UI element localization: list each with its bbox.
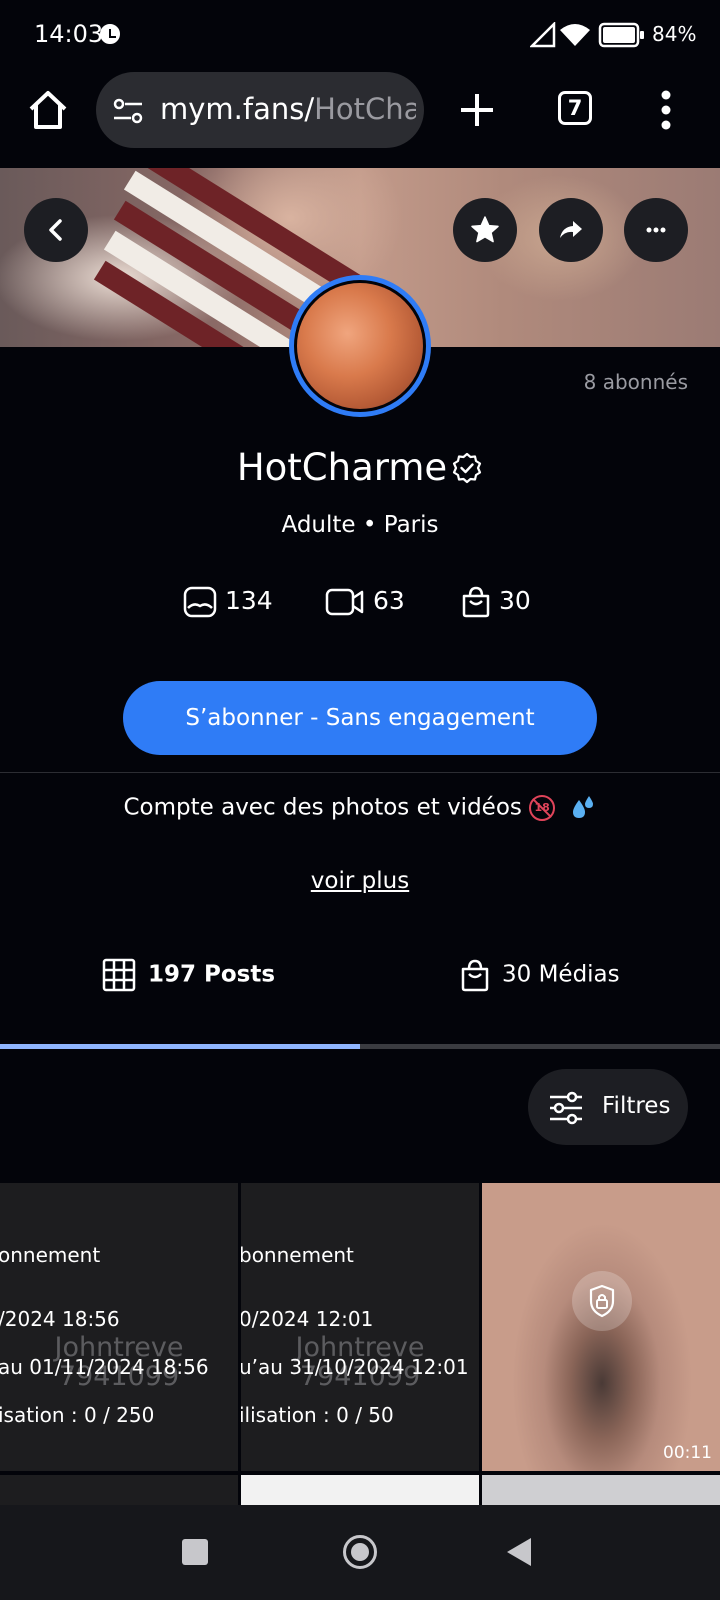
post-line: bonnement <box>241 1243 354 1267</box>
photos-count: 134 <box>225 586 273 615</box>
share-arrow-icon <box>560 221 582 238</box>
post-line: au 01/11/2024 18:56 <box>0 1355 209 1379</box>
lock-icon <box>589 1284 615 1318</box>
subscriber-count: 8 abonnés <box>583 370 688 394</box>
home-circle-icon[interactable] <box>343 1535 377 1569</box>
sliders-icon <box>550 1091 582 1125</box>
medias-count: 30 <box>499 586 531 615</box>
medias-stat: 30 <box>461 586 531 618</box>
no-under-18-icon: 18 <box>529 795 556 821</box>
video-camera-icon <box>325 588 364 616</box>
post-line: 0/2024 12:01 <box>241 1307 374 1331</box>
post-tile[interactable] <box>482 1475 720 1505</box>
new-tab-icon[interactable] <box>455 88 499 132</box>
profile-meta: Adulte • Paris <box>281 512 439 538</box>
site-settings-icon[interactable] <box>112 96 144 126</box>
post-line: onnement <box>0 1243 101 1267</box>
post-line: ilisation : 0 / 50 <box>241 1403 394 1427</box>
post-tile[interactable] <box>0 1475 238 1505</box>
more-options-button[interactable] <box>624 198 688 262</box>
grid-icon <box>102 958 136 992</box>
alarm-clock-icon <box>100 24 120 44</box>
lock-badge <box>572 1271 632 1331</box>
bio-text: Compte avec des photos et vidéos <box>123 794 522 821</box>
status-time: 14:03 <box>34 20 104 48</box>
tab-posts[interactable]: 197 Posts <box>102 958 275 992</box>
videos-count: 63 <box>373 586 405 615</box>
share-button[interactable] <box>539 198 603 262</box>
filters-label: Filtres <box>602 1093 671 1119</box>
address-bar[interactable]: mym.fans/HotCharme <box>96 72 424 148</box>
home-icon[interactable] <box>26 88 70 132</box>
filters-button[interactable]: Filtres <box>528 1069 688 1145</box>
shopping-bag-icon <box>461 959 489 992</box>
back-triangle-icon[interactable] <box>507 1538 531 1566</box>
divider <box>0 772 720 773</box>
post-line: isation : 0 / 250 <box>0 1403 155 1427</box>
shopping-bag-icon <box>462 586 490 618</box>
back-button[interactable] <box>24 198 88 262</box>
post-tile[interactable]: bonnement 0/2024 12:01 Johntreve 7941099 … <box>241 1183 479 1471</box>
url-text[interactable]: mym.fans/HotCharme <box>160 92 416 126</box>
post-tile[interactable]: onnement /2024 18:56 Johntreve 7941099 au… <box>0 1183 238 1471</box>
photos-stat: 134 <box>183 586 273 618</box>
tab-active-indicator <box>0 1044 360 1049</box>
more-horiz-icon <box>646 227 666 233</box>
sweat-droplets-icon <box>572 796 593 818</box>
status-bar: 14:03 84% <box>0 0 720 70</box>
photo-icon <box>183 586 217 618</box>
post-tile[interactable] <box>241 1475 479 1505</box>
recents-icon[interactable] <box>182 1539 208 1565</box>
avatar[interactable] <box>289 275 431 417</box>
wifi-icon <box>560 24 590 46</box>
post-tile-video[interactable]: 00:11 <box>482 1183 720 1471</box>
post-line: /2024 18:56 <box>0 1307 120 1331</box>
tab-switcher-button[interactable]: 7 <box>558 91 592 125</box>
battery-percent: 84% <box>652 22 697 46</box>
chevron-left-icon <box>49 219 62 241</box>
profile-bio: Compte avec des photos et vidéos 18 <box>0 794 720 822</box>
star-icon <box>471 216 499 243</box>
profile-name-text: HotCharme <box>236 446 448 489</box>
video-duration: 00:11 <box>663 1443 712 1463</box>
more-vert-icon[interactable] <box>660 90 672 130</box>
tab-medias-label: 30 Médias <box>502 961 620 988</box>
signal-icon <box>530 22 556 48</box>
post-line: u’au 31/10/2024 12:01 <box>241 1355 469 1379</box>
videos-stat: 63 <box>325 586 405 618</box>
subscribe-button[interactable]: S’abonner - Sans engagement <box>123 681 597 755</box>
favorite-button[interactable] <box>453 198 517 262</box>
profile-name: HotCharme <box>0 444 720 489</box>
tab-posts-label: 197 Posts <box>148 961 276 988</box>
see-more-link[interactable]: voir plus <box>0 868 720 894</box>
battery-icon <box>598 22 644 48</box>
tab-medias[interactable]: 30 Médias <box>460 958 620 992</box>
verified-badge-icon <box>453 452 482 483</box>
